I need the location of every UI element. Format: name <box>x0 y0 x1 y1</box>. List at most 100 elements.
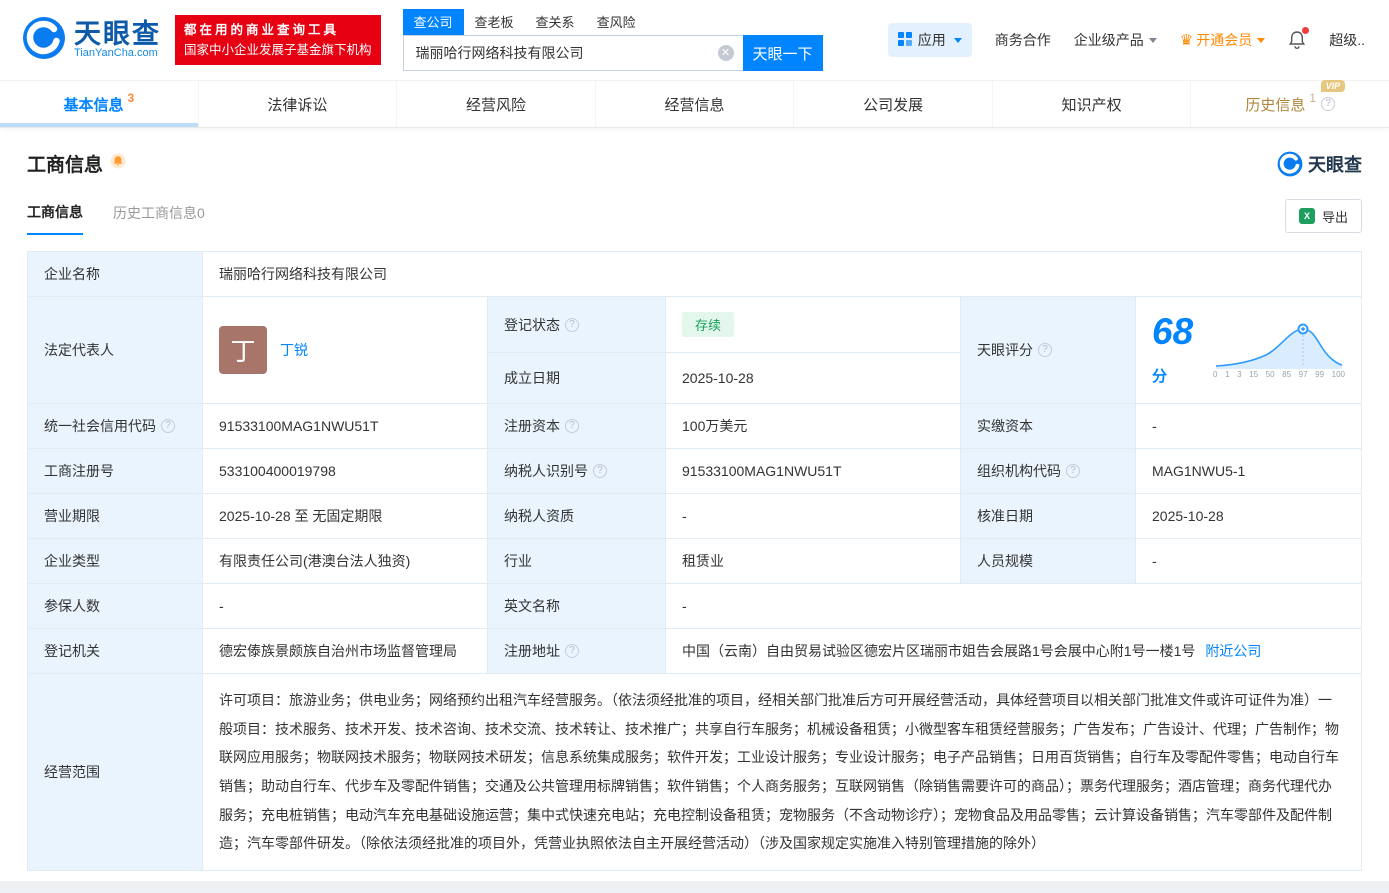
field-label: 企业名称 <box>28 252 203 297</box>
table-row: 企业名称 瑞丽哈行网络科技有限公司 <box>28 252 1362 297</box>
tab-count: 3 <box>127 91 134 105</box>
help-icon[interactable] <box>565 318 579 332</box>
apps-label: 应用 <box>918 30 946 50</box>
field-label: 参保人数 <box>28 584 203 629</box>
tab-label: 知识产权 <box>1062 94 1122 115</box>
legal-rep-avatar[interactable]: 丁 <box>219 326 267 374</box>
score-curve-chart <box>1213 321 1345 369</box>
tab-business-info[interactable]: 经营信息 <box>595 81 794 127</box>
field-label: 经营范围 <box>28 674 203 871</box>
credit-code-value: 91533100MAG1NWU51T <box>203 404 488 449</box>
enterprise-label: 企业级产品 <box>1074 30 1144 50</box>
help-icon[interactable] <box>1066 464 1080 478</box>
help-icon[interactable] <box>593 464 607 478</box>
subscribe-bell-icon[interactable] <box>110 153 126 175</box>
promo-line2: 国家中小企业发展子基金旗下机构 <box>184 40 372 60</box>
search-tab-boss[interactable]: 查老板 <box>464 9 525 35</box>
excel-icon <box>1299 208 1315 224</box>
search-tab-relation[interactable]: 查关系 <box>525 9 586 35</box>
nav-enterprise-products[interactable]: 企业级产品 <box>1074 30 1157 50</box>
search-input[interactable] <box>403 35 743 71</box>
subtab-count: 0 <box>197 205 205 221</box>
tab-operational-risk[interactable]: 经营风险 <box>396 81 595 127</box>
top-header: 天眼查 TianYanCha.com 都在用的商业查询工具 国家中小企业发展子基… <box>0 0 1389 80</box>
help-icon[interactable] <box>1321 97 1335 111</box>
clear-search-icon[interactable] <box>718 45 734 61</box>
search-area: 查公司 查老板 查关系 查风险 天眼一下 <box>403 9 823 71</box>
business-info-table: 企业名称 瑞丽哈行网络科技有限公司 法定代表人 丁 丁锐 登记状态 存续 天眼评… <box>27 251 1362 871</box>
table-row: 企业类型 有限责任公司(港澳台法人独资) 行业 租赁业 人员规模 - <box>28 539 1362 584</box>
search-tab-company[interactable]: 查公司 <box>403 9 464 35</box>
table-row: 经营范围 许可项目：旅游业务；供电业务；网络预约出租汽车经营服务。（依法须经批准… <box>28 674 1362 871</box>
company-tab-bar: 基本信息 3 法律诉讼 经营风险 经营信息 公司发展 知识产权 历史信息 1 V… <box>0 80 1389 128</box>
english-name-value: - <box>666 584 1362 629</box>
tab-label: 经营信息 <box>665 94 725 115</box>
tab-legal-proceedings[interactable]: 法律诉讼 <box>198 81 397 127</box>
export-label: 导出 <box>1322 207 1348 226</box>
promo-line1: 都在用的商业查询工具 <box>184 20 372 40</box>
search-button[interactable]: 天眼一下 <box>743 35 823 71</box>
table-row: 营业期限 2025-10-28 至 无固定期限 纳税人资质 - 核准日期 202… <box>28 494 1362 539</box>
tab-label: 法律诉讼 <box>267 94 327 115</box>
page-bottom-strip <box>0 881 1389 893</box>
field-label: 组织机构代码 <box>961 449 1136 494</box>
field-label: 天眼评分 <box>961 297 1136 404</box>
subtab-business-info[interactable]: 工商信息 <box>27 202 83 235</box>
legal-rep-link[interactable]: 丁锐 <box>280 340 308 360</box>
subtab-history-business-info[interactable]: 历史工商信息0 <box>113 203 205 234</box>
table-row: 工商注册号 533100400019798 纳税人识别号 91533100MAG… <box>28 449 1362 494</box>
reg-status-value: 存续 <box>666 297 961 353</box>
field-label: 统一社会信用代码 <box>28 404 203 449</box>
help-icon[interactable] <box>565 419 579 433</box>
company-type-value: 有限责任公司(港澳台法人独资) <box>203 539 488 584</box>
watermark-logo: 天眼查 <box>1277 151 1362 177</box>
export-button[interactable]: 导出 <box>1285 199 1362 233</box>
header-nav: 应用 商务合作 企业级产品 ♛ 开通会员 超级.. <box>888 23 1365 57</box>
watermark-logo-icon <box>1277 151 1303 177</box>
help-icon[interactable] <box>1038 343 1052 357</box>
field-label: 法定代表人 <box>28 297 203 404</box>
business-term-value: 2025-10-28 至 无固定期限 <box>203 494 488 539</box>
nav-business-cooperation[interactable]: 商务合作 <box>995 30 1051 50</box>
reg-capital-value: 100万美元 <box>666 404 961 449</box>
field-label: 工商注册号 <box>28 449 203 494</box>
tab-label: 经营风险 <box>466 94 526 115</box>
table-row: 统一社会信用代码 91533100MAG1NWU51T 注册资本 100万美元 … <box>28 404 1362 449</box>
field-label: 行业 <box>488 539 666 584</box>
search-tab-risk[interactable]: 查风险 <box>586 9 647 35</box>
field-label: 实缴资本 <box>961 404 1136 449</box>
help-icon[interactable] <box>161 419 175 433</box>
org-code-value: MAG1NWU5-1 <box>1136 449 1362 494</box>
tab-basic-info[interactable]: 基本信息 3 <box>0 81 198 127</box>
tab-label: 公司发展 <box>863 94 923 115</box>
taxpayer-id-value: 91533100MAG1NWU51T <box>666 449 961 494</box>
notifications-bell[interactable] <box>1288 30 1306 50</box>
apps-menu[interactable]: 应用 <box>888 23 972 57</box>
taxpayer-quality-value: - <box>666 494 961 539</box>
promo-banner[interactable]: 都在用的商业查询工具 国家中小企业发展子基金旗下机构 <box>175 15 381 65</box>
nav-open-membership[interactable]: ♛ 开通会员 <box>1180 30 1265 50</box>
logo-title: 天眼查 <box>74 20 161 48</box>
tab-count: 1 <box>1309 91 1316 105</box>
score-axis-labels: 0131550859799100 <box>1213 370 1345 379</box>
chevron-down-icon <box>1149 38 1157 43</box>
company-name-value: 瑞丽哈行网络科技有限公司 <box>203 252 1362 297</box>
field-label: 企业类型 <box>28 539 203 584</box>
tianyancha-logo[interactable]: 天眼查 TianYanCha.com <box>22 16 161 65</box>
field-label: 登记机关 <box>28 629 203 674</box>
help-icon[interactable] <box>565 644 579 658</box>
reg-number-value: 533100400019798 <box>203 449 488 494</box>
field-label: 营业期限 <box>28 494 203 539</box>
tab-company-development[interactable]: 公司发展 <box>793 81 992 127</box>
tab-history-info[interactable]: 历史信息 1 VIP <box>1190 81 1389 127</box>
nav-super-member[interactable]: 超级.. <box>1329 30 1365 50</box>
tab-label: 基本信息 <box>63 94 123 115</box>
field-label: 注册地址 <box>488 629 666 674</box>
field-label: 纳税人资质 <box>488 494 666 539</box>
field-label: 注册资本 <box>488 404 666 449</box>
subtab-label: 历史工商信息 <box>113 205 197 221</box>
nearby-companies-link[interactable]: 附近公司 <box>1205 643 1261 659</box>
tab-intellectual-property[interactable]: 知识产权 <box>992 81 1191 127</box>
field-label: 成立日期 <box>488 353 666 404</box>
field-label: 登记状态 <box>488 297 666 353</box>
